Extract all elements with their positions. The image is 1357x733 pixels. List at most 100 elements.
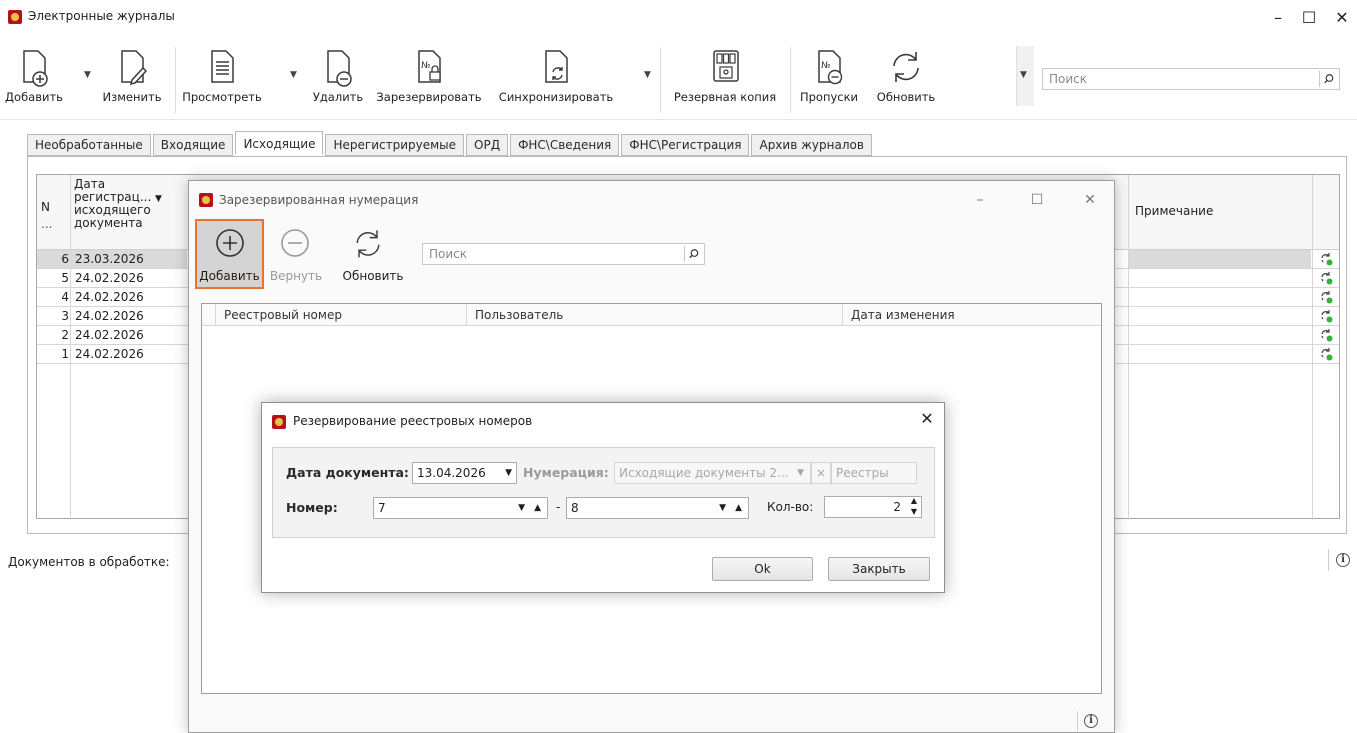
col-user[interactable]: Пользователь [467, 304, 843, 326]
chevron-down-icon[interactable]: ▼ [719, 498, 726, 518]
status-docs-processing: Документов в обработке: [8, 555, 170, 569]
edit-doc-icon [121, 50, 148, 86]
numbering-clear-button: × [811, 462, 831, 484]
toolbar-divider [790, 47, 791, 113]
sort-desc-icon[interactable]: ▼ [155, 194, 162, 204]
backup-label: Резервная копия [673, 90, 777, 104]
row-number: 6 [61, 252, 69, 266]
status-divider [1328, 549, 1329, 571]
add-button[interactable]: Добавить [2, 46, 66, 104]
reserved-search-placeholder: Поиск [429, 247, 468, 261]
count-spinner-icon[interactable]: ▲ ▼ [911, 495, 917, 517]
tab-fns-info[interactable]: ФНС\Сведения [510, 134, 620, 156]
dialog-close-button[interactable]: ✕ [1075, 190, 1105, 210]
dialog-maximize-button[interactable]: ☐ [1022, 190, 1052, 210]
view-label: Просмотреть [182, 90, 262, 104]
sync-dropdown-icon[interactable]: ▼ [644, 70, 651, 80]
edit-button[interactable]: Изменить [100, 46, 164, 104]
chevron-down-icon[interactable]: ▼ [518, 498, 525, 518]
row-number: 4 [61, 290, 69, 304]
main-search-input[interactable]: Поиск [1042, 68, 1340, 90]
add-dropdown-icon[interactable]: ▼ [84, 70, 91, 80]
col-note-header[interactable]: Примечание [1135, 204, 1213, 218]
search-icon[interactable] [1319, 71, 1337, 87]
refresh-button[interactable]: Обновить [866, 46, 946, 104]
search-icon[interactable] [684, 246, 702, 262]
chevron-down-icon: ▼ [797, 468, 804, 478]
reserved-return-button[interactable]: Вернуть [265, 221, 327, 289]
toolbar-divider [660, 47, 661, 113]
row-number: 3 [61, 309, 69, 323]
row-number: 1 [61, 347, 69, 361]
chevron-down-icon[interactable]: ▼ [505, 463, 512, 483]
number-to-input[interactable]: 8 ▼ ▲ [566, 497, 749, 519]
reserved-search-input[interactable]: Поиск [422, 243, 705, 265]
dialog-title: Резервирование реестровых номеров [293, 414, 533, 428]
tab-unprocessed[interactable]: Необработанные [27, 134, 151, 156]
reserve-button[interactable]: № Зарезервировать [370, 46, 488, 104]
doc-date-input[interactable]: 13.04.2026 ▼ [412, 462, 517, 484]
refresh-label: Обновить [876, 90, 936, 104]
col-divider [70, 175, 71, 520]
backup-button[interactable]: Резервная копия [666, 46, 784, 104]
app-logo-icon [272, 415, 286, 429]
dialog-minimize-button[interactable]: – [965, 190, 995, 210]
view-doc-icon [211, 50, 234, 83]
tab-outgoing[interactable]: Исходящие [235, 131, 324, 155]
col-change-date[interactable]: Дата изменения [843, 304, 1101, 326]
col-n-header[interactable]: N [41, 200, 50, 214]
chevron-up-icon[interactable]: ▲ [534, 498, 541, 518]
main-search-placeholder: Поиск [1049, 72, 1088, 86]
backup-icon [713, 50, 739, 82]
number-from-value: 7 [378, 501, 386, 515]
view-dropdown-icon[interactable]: ▼ [290, 70, 297, 80]
sync-button[interactable]: Синхронизировать [494, 46, 618, 104]
sync-status-icon [1321, 310, 1333, 323]
dialog-close-button[interactable]: ✕ [912, 409, 942, 429]
tab-journal-archive[interactable]: Архив журналов [751, 134, 872, 156]
app-logo-icon [8, 10, 22, 24]
view-button[interactable]: Просмотреть [182, 46, 262, 104]
app-logo-icon [199, 193, 213, 207]
close-button[interactable]: ✕ [1327, 8, 1357, 28]
minimize-button[interactable]: – [1263, 8, 1293, 28]
col-divider [1128, 175, 1129, 520]
reserved-refresh-button[interactable]: Обновить [333, 221, 403, 289]
toolbar-divider [175, 47, 176, 113]
col-registry-number[interactable]: Реестровый номер [216, 304, 467, 326]
delete-button[interactable]: Удалить [306, 46, 370, 104]
svg-text:№: № [821, 61, 830, 71]
count-input[interactable]: 2 ▲ ▼ [824, 496, 922, 518]
number-from-input[interactable]: 7 ▼ ▲ [373, 497, 548, 519]
numbering-label: Нумерация: [523, 465, 609, 480]
tab-incoming[interactable]: Входящие [152, 134, 234, 156]
tab-fns-registration[interactable]: ФНС\Регистрация [621, 134, 750, 156]
row-date: 24.02.2026 [75, 309, 144, 323]
window-title: Электронные журналы [28, 9, 175, 23]
numbering-value: Исходящие документы 2... [619, 466, 789, 480]
info-icon[interactable]: i [1084, 714, 1098, 728]
delete-doc-icon [327, 50, 352, 87]
search-dropdown-icon[interactable]: ▼ [1020, 70, 1027, 80]
close-button[interactable]: Закрыть [828, 557, 930, 581]
number-to-value: 8 [571, 501, 579, 515]
doc-date-label: Дата документа: [286, 465, 409, 480]
col-date-header[interactable]: Дата регистрац... исходящего документа [74, 178, 151, 230]
skips-button[interactable]: № Пропуски [796, 46, 862, 104]
tab-unregistered[interactable]: Нерегистрируемые [325, 134, 465, 156]
col-date-header-line: документа [74, 216, 143, 230]
refresh-icon [893, 52, 919, 82]
registries-button: Реестры [831, 462, 917, 484]
row-date: 24.02.2026 [75, 271, 144, 285]
sync-status-icon [1321, 348, 1333, 361]
info-icon[interactable]: i [1336, 553, 1350, 567]
col-divider [1312, 175, 1313, 520]
maximize-button[interactable]: ☐ [1294, 8, 1324, 28]
reserve-numbers-dialog: Резервирование реестровых номеров ✕ Дата… [261, 402, 945, 593]
chevron-up-icon[interactable]: ▲ [735, 498, 742, 518]
sync-label: Синхронизировать [498, 90, 614, 104]
ok-button[interactable]: Ok [712, 557, 813, 581]
row-date: 24.02.2026 [75, 290, 144, 304]
tab-ord[interactable]: ОРД [466, 134, 509, 156]
reserved-add-button[interactable]: Добавить [195, 219, 264, 289]
